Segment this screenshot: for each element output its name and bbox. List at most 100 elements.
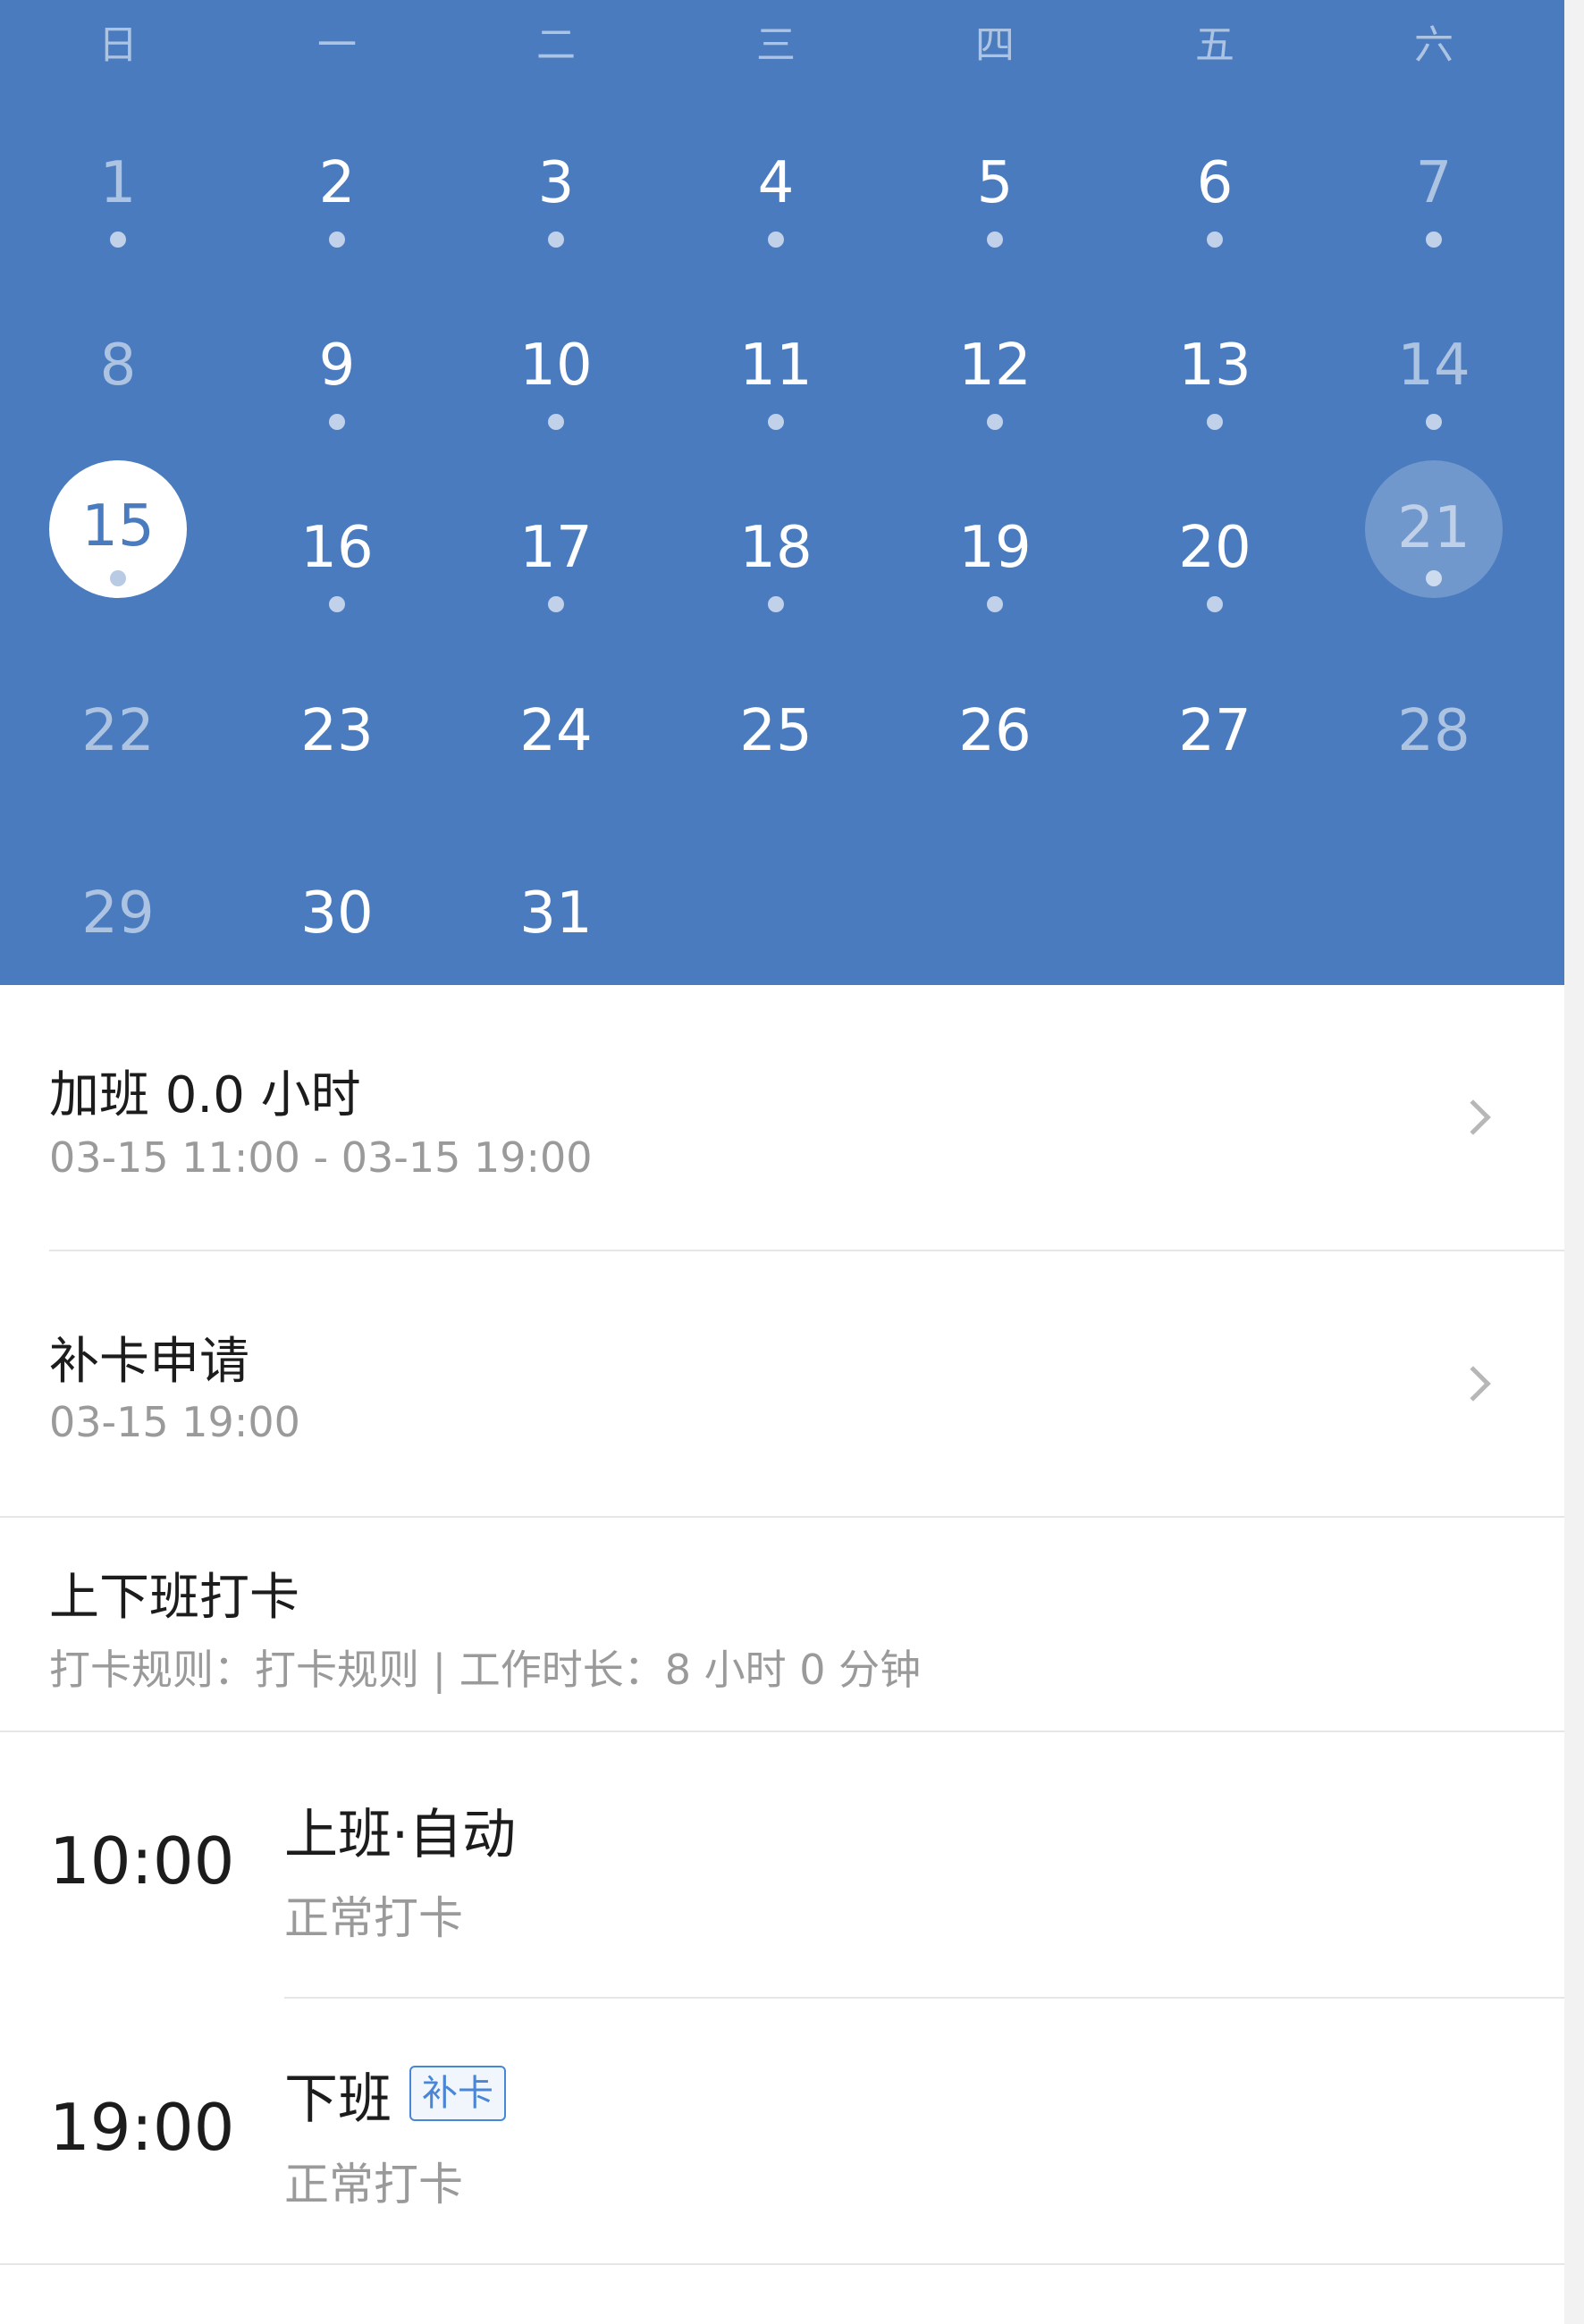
punch-in-status: 正常打卡: [284, 1892, 463, 1944]
calendar-day[interactable]: 27: [1143, 663, 1286, 797]
calendar-day[interactable]: 30: [265, 846, 409, 980]
record-dot: [1426, 570, 1442, 586]
record-dot: [329, 414, 345, 430]
calendar-day[interactable]: 14: [1362, 298, 1505, 432]
day-number: 3: [537, 150, 575, 216]
punch-out-row[interactable]: 19:00 下班 正常打卡: [0, 1999, 1564, 2263]
weekday-tue: 二: [536, 22, 576, 68]
calendar-day[interactable]: 19: [923, 480, 1066, 614]
day-number: 14: [1397, 333, 1470, 399]
attendance-section: 上下班打卡 打卡规则：打卡规则 | 工作时长：8 小时 0 分钟: [0, 1518, 1564, 1730]
weekday-sat: 六: [1414, 22, 1453, 68]
day-number: 8: [99, 333, 137, 399]
record-dot: [1426, 232, 1442, 248]
calendar-day[interactable]: 26: [923, 663, 1066, 797]
calendar-day[interactable]: 7: [1362, 115, 1505, 249]
record-dot: [987, 232, 1003, 248]
day-number: 11: [739, 333, 813, 399]
attendance-rule: 打卡规则：打卡规则 | 工作时长：8 小时 0 分钟: [49, 1646, 922, 1694]
calendar-day[interactable]: 9: [265, 298, 409, 432]
screen-edge: [1564, 0, 1584, 2324]
calendar-day[interactable]: 13: [1143, 298, 1286, 432]
day-number: 5: [976, 150, 1014, 216]
calendar-day[interactable]: 16: [265, 480, 409, 614]
calendar-day[interactable]: 8: [46, 298, 190, 432]
record-dot: [987, 414, 1003, 430]
day-number: 21: [1397, 495, 1470, 561]
calendar-day[interactable]: 11: [704, 298, 847, 432]
divider: [0, 2263, 1564, 2265]
calendar-day-selected[interactable]: 15: [46, 460, 190, 598]
day-number: 27: [1178, 698, 1251, 764]
correction-record-row[interactable]: 补卡申请 03-15 19:00: [0, 1251, 1564, 1516]
day-number: 10: [519, 333, 593, 399]
calendar-day[interactable]: 4: [704, 115, 847, 249]
calendar-day-today[interactable]: 21: [1362, 460, 1505, 598]
day-number: 13: [1178, 333, 1251, 399]
overtime-record-time: 03-15 11:00 - 03-15 19:00: [49, 1133, 593, 1182]
punch-out-status: 正常打卡: [284, 2159, 463, 2210]
calendar-day[interactable]: 28: [1362, 663, 1505, 797]
record-dot: [110, 570, 126, 586]
punch-in-title: 上班·自动: [284, 1804, 517, 1866]
record-dot: [768, 596, 784, 612]
record-dot: [768, 232, 784, 248]
page: 日 一 二 三 四 五 六 1 2 3 4 5 6 7 8 9 10 11 12…: [0, 0, 1584, 2324]
weekday-wed: 三: [756, 22, 796, 68]
calendar-day[interactable]: 17: [484, 480, 628, 614]
day-number: 16: [300, 515, 374, 581]
overtime-record-row[interactable]: 加班 0.0 小时 03-15 11:00 - 03-15 19:00: [0, 985, 1564, 1251]
day-number: 1: [99, 150, 137, 216]
record-dot: [1426, 414, 1442, 430]
calendar-day[interactable]: 6: [1143, 115, 1286, 249]
day-number: 23: [300, 698, 374, 764]
record-dot: [329, 232, 345, 248]
weekday-sun: 日: [98, 22, 138, 68]
calendar-day[interactable]: 5: [923, 115, 1066, 249]
correction-record-title: 补卡申请: [49, 1333, 249, 1391]
day-number: 24: [519, 698, 593, 764]
calendar-day[interactable]: 3: [484, 115, 628, 249]
record-dot: [1207, 596, 1223, 612]
day-number: 30: [300, 880, 374, 947]
record-dot: [548, 596, 564, 612]
calendar-day[interactable]: 18: [704, 480, 847, 614]
day-number: 15: [81, 493, 155, 560]
punch-out-title: 下班: [284, 2068, 392, 2131]
day-number: 20: [1178, 515, 1251, 581]
day-number: 18: [739, 515, 813, 581]
calendar-day[interactable]: 20: [1143, 480, 1286, 614]
month-calendar: 日 一 二 三 四 五 六 1 2 3 4 5 6 7 8 9 10 11 12…: [0, 0, 1564, 985]
calendar-day[interactable]: 2: [265, 115, 409, 249]
weekday-fri: 五: [1195, 22, 1234, 68]
correction-record-time: 03-15 19:00: [49, 1398, 300, 1446]
weekday-mon: 一: [317, 22, 357, 68]
day-number: 22: [81, 698, 155, 764]
record-dot: [548, 414, 564, 430]
day-number: 25: [739, 698, 813, 764]
chevron-right-icon: [1455, 1366, 1491, 1402]
day-number: 6: [1196, 150, 1234, 216]
calendar-day[interactable]: 31: [484, 846, 628, 980]
overtime-record-title: 加班 0.0 小时: [49, 1066, 361, 1124]
calendar-day[interactable]: 12: [923, 298, 1066, 432]
calendar-day[interactable]: 1: [46, 115, 190, 249]
record-dot: [110, 232, 126, 248]
calendar-day[interactable]: 29: [46, 846, 190, 980]
calendar-day[interactable]: 24: [484, 663, 628, 797]
record-dot: [987, 596, 1003, 612]
punch-in-row[interactable]: 10:00 上班·自动 正常打卡: [0, 1732, 1564, 1997]
calendar-day[interactable]: 22: [46, 663, 190, 797]
day-number: 28: [1397, 698, 1470, 764]
day-number: 9: [318, 333, 356, 399]
day-number: 4: [757, 150, 795, 216]
day-number: 26: [958, 698, 1032, 764]
calendar-day[interactable]: 10: [484, 298, 628, 432]
makeup-punch-badge: 补卡: [409, 2066, 506, 2121]
record-dot: [1207, 232, 1223, 248]
chevron-right-icon: [1455, 1099, 1491, 1135]
calendar-day[interactable]: 25: [704, 663, 847, 797]
day-number: 29: [81, 880, 155, 947]
record-dot: [548, 232, 564, 248]
calendar-day[interactable]: 23: [265, 663, 409, 797]
